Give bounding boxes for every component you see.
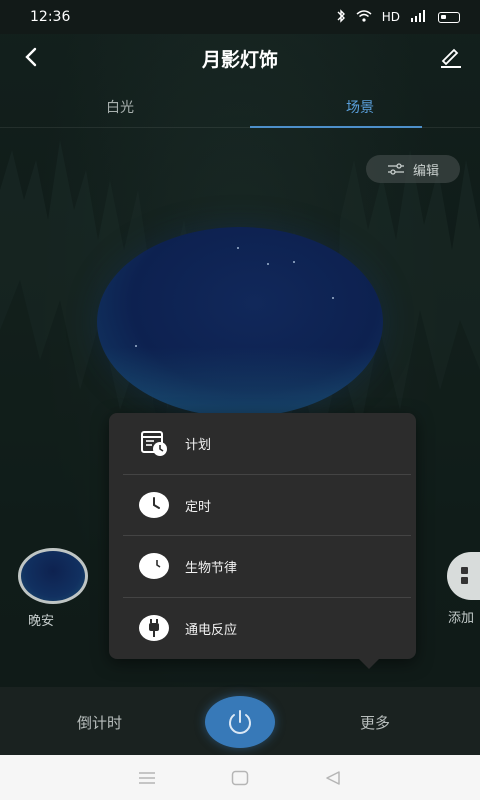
rename-button[interactable] [436,42,466,72]
chevron-left-icon [25,47,37,67]
star [293,261,295,263]
menu-label-power-on-behavior: 通电反应 [185,622,238,638]
power-button[interactable] [205,696,275,748]
battery-icon [438,11,460,23]
calendar-clock-icon [137,426,171,460]
tab-white-light[interactable]: 白光 [0,86,240,127]
moon-clock-icon [137,549,171,583]
menu-item-power-on-behavior[interactable]: 通电反应 [123,598,403,658]
star [332,297,334,299]
grid-icon [461,567,468,584]
scene-item-goodnight[interactable] [18,548,88,604]
more-button[interactable]: 更多 [360,712,390,733]
clock-icon [137,488,171,522]
signal-icon [410,9,428,25]
menu-label-schedule: 计划 [185,437,212,453]
pencil-icon [441,48,461,68]
home-nav-button[interactable] [225,763,255,793]
hamburger-icon [138,771,155,784]
menu-item-schedule[interactable]: 计划 [123,413,403,473]
system-nav-bar [0,755,480,800]
menu-item-biorhythm[interactable]: 生物节律 [123,536,403,596]
more-popup-menu: 计划 定时 生物节律 通电反应 [109,413,416,669]
back-nav-button[interactable] [318,763,348,793]
star [267,263,269,265]
back-button[interactable] [16,42,46,72]
countdown-button[interactable]: 倒计时 [77,712,122,733]
bluetooth-icon [336,8,346,26]
scene-preview [97,227,383,417]
scene-label-add: 添加 [448,611,475,626]
menu-item-timer[interactable]: 定时 [123,475,403,535]
app-screen: 12:36 HD 月影灯饰 白光 场景 编辑 晚安 添加 计划 定时 生物节律 … [0,0,480,800]
network-label: HD [381,10,400,24]
top-bar: 月影灯饰 [0,34,480,82]
status-bar: 12:36 HD [0,0,480,34]
status-time: 12:36 [30,9,71,25]
edit-label: 编辑 [412,163,439,179]
square-icon [231,770,249,785]
scene-thumbnail [18,548,88,604]
wifi-icon [356,9,372,25]
menu-nav-button[interactable] [132,763,162,793]
sliders-icon [387,163,404,175]
star [135,345,137,347]
edit-scenes-button[interactable]: 编辑 [366,155,460,183]
mode-tabs: 白光 场景 [0,86,480,128]
power-icon [229,710,251,734]
menu-label-biorhythm: 生物节律 [185,560,238,576]
menu-label-timer: 定时 [185,499,212,515]
scene-label-goodnight: 晚安 [28,614,55,629]
star [237,247,239,249]
tab-scene[interactable]: 场景 [240,86,480,128]
status-icons: HD [336,8,460,26]
triangle-back-icon [326,770,341,785]
plug-icon [137,611,171,645]
page-title: 月影灯饰 [201,48,278,71]
